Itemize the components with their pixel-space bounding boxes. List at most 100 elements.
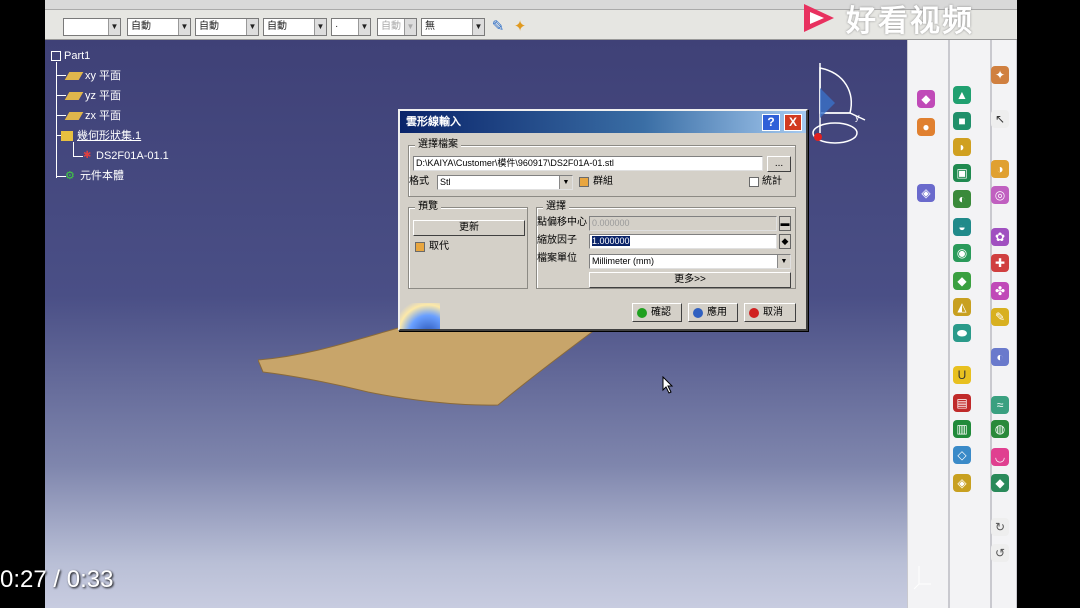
painter-icon[interactable]: ✦: [511, 18, 529, 36]
tool-icon[interactable]: ◆: [953, 272, 971, 290]
layer-combo[interactable]: 無 ▼: [421, 18, 485, 36]
scale-spinner[interactable]: ◆: [779, 234, 791, 249]
axis-indicator-icon: [913, 566, 931, 590]
tool-icon[interactable]: U: [953, 366, 971, 384]
tool-icon[interactable]: ≈: [991, 396, 1009, 414]
tool-icon[interactable]: ✤: [991, 282, 1009, 300]
line-type-combo[interactable]: ▼: [63, 18, 121, 36]
tool-icon[interactable]: ◐: [991, 348, 1009, 366]
tool-icon[interactable]: ✚: [991, 254, 1009, 272]
tool-icon[interactable]: ◑: [991, 160, 1009, 178]
format-label: 格式: [409, 176, 429, 187]
tool-icon[interactable]: ⬬: [953, 324, 971, 342]
video-timecode: 0:27 / 0:33: [0, 566, 114, 593]
tool-icon[interactable]: ◍: [991, 420, 1009, 438]
linetype-combo[interactable]: 自動 ▼: [263, 18, 327, 36]
ok-icon: [637, 308, 647, 318]
cloud-import-dialog: 雲形線輸入 ? X 選擇檔案 D:\KAIYA\Customer\模件\9609…: [398, 109, 808, 331]
file-path-field[interactable]: D:\KAIYA\Customer\模件\960917\DS2F01A-01.s…: [413, 156, 763, 171]
rotate-icon[interactable]: ↻: [991, 518, 1009, 536]
select-file-group-title: 選擇檔案: [415, 139, 461, 151]
group-checkbox[interactable]: [579, 177, 589, 187]
tree-yz-plane[interactable]: yz 平面: [64, 88, 121, 104]
tool-icon[interactable]: ◡: [991, 448, 1009, 466]
tool-icon[interactable]: ✦: [991, 66, 1009, 84]
color-combo[interactable]: 自動 ▼: [127, 18, 191, 36]
apply-button[interactable]: 應用: [688, 303, 738, 322]
tool-icon[interactable]: ✿: [991, 228, 1009, 246]
catia-window: ▼ 自動 ▼ 自動 ▼ 自動 ▼ · ▼ 自動 ▼ 無 ▼ ✎ ✦ Part1 xy 平面 …: [45, 0, 1017, 608]
tool-icon[interactable]: ◈: [917, 184, 935, 202]
play-logo-icon: [804, 4, 834, 32]
tool-icon[interactable]: ◆: [917, 90, 935, 108]
tool-icon[interactable]: ▥: [953, 420, 971, 438]
tool-icon[interactable]: ▣: [953, 164, 971, 182]
watermark-text: 好看视频: [846, 4, 974, 39]
body-icon: ⚙: [65, 170, 75, 183]
ok-button[interactable]: 確認: [632, 303, 682, 322]
group-label: 群組: [593, 176, 613, 187]
globe-graphic: [400, 303, 440, 329]
tool-icon[interactable]: ◆: [991, 474, 1009, 492]
cancel-button[interactable]: 取消: [744, 303, 796, 322]
replace-label: 取代: [429, 241, 449, 252]
scale-label: 縮放因子: [537, 235, 577, 246]
plane-icon: [64, 92, 84, 101]
point-combo[interactable]: · ▼: [331, 18, 371, 36]
svg-text:y: y: [855, 112, 860, 122]
tool-icon[interactable]: ◐: [953, 190, 971, 208]
update-button[interactable]: 更新: [413, 220, 525, 236]
browse-button[interactable]: ...: [767, 156, 791, 172]
tree-part-body[interactable]: ⚙ 元件本體: [65, 168, 124, 184]
tool-icon[interactable]: ◗: [953, 138, 971, 156]
options-group: 選擇 點偏移中心 0.000000 ▬ 縮放因子 1.000000 ◆ 檔案單位…: [536, 201, 796, 289]
tool-icon[interactable]: ■: [953, 112, 971, 130]
format-select[interactable]: Stl ▼: [437, 175, 573, 190]
scale-field[interactable]: 1.000000: [589, 234, 777, 249]
plane-icon: [64, 112, 84, 121]
select-file-group: 選擇檔案 D:\KAIYA\Customer\模件\960917\DS2F01A…: [408, 139, 796, 197]
tool-icon[interactable]: ◈: [953, 474, 971, 492]
offset-field[interactable]: 0.000000: [589, 216, 777, 231]
replace-checkbox[interactable]: [415, 242, 425, 252]
tool-icon[interactable]: ●: [917, 118, 935, 136]
render-combo[interactable]: 自動 ▼: [377, 18, 417, 36]
tool-icon[interactable]: ▤: [953, 394, 971, 412]
folder-icon: [61, 131, 73, 142]
video-right-bar: [1017, 0, 1080, 608]
mouse-cursor-icon: [662, 376, 674, 394]
tool-icon[interactable]: ◉: [953, 244, 971, 262]
tool-icon[interactable]: ◒: [953, 218, 971, 236]
tool-icon[interactable]: ◎: [991, 186, 1009, 204]
options-group-title: 選擇: [543, 201, 569, 213]
more-button[interactable]: 更多>>: [589, 272, 791, 288]
unit-label: 檔案單位: [537, 253, 577, 264]
cloud-icon: ✱: [83, 150, 92, 162]
statistics-label: 統計: [762, 176, 782, 187]
paint-brush-icon[interactable]: ✎: [489, 18, 507, 36]
preview-group-title: 預覽: [415, 201, 441, 213]
compass-icon[interactable]: y: [805, 58, 875, 158]
tree-zx-plane[interactable]: zx 平面: [64, 108, 121, 124]
video-left-bar: [0, 0, 45, 608]
tool-icon[interactable]: ✎: [991, 308, 1009, 326]
tool-icon[interactable]: ◭: [953, 298, 971, 316]
cancel-icon: [749, 308, 759, 318]
thickness-combo[interactable]: 自動 ▼: [195, 18, 259, 36]
unit-select[interactable]: Millimeter (mm) ▼: [589, 254, 791, 269]
close-button[interactable]: X: [784, 114, 802, 131]
statistics-checkbox[interactable]: [749, 177, 759, 187]
video-watermark: 好看视频: [800, 0, 974, 39]
tool-icon[interactable]: ◇: [953, 446, 971, 464]
plane-icon: [64, 72, 84, 81]
preview-group: 預覽 更新 取代: [408, 201, 528, 289]
rotate-icon[interactable]: ↺: [991, 544, 1009, 562]
dialog-title: 雲形線輸入: [400, 111, 806, 133]
tree-cloud-feature[interactable]: ✱ DS2F01A-01.1: [83, 148, 169, 164]
apply-icon: [693, 308, 703, 318]
select-arrow-icon[interactable]: ↖: [991, 110, 1009, 128]
help-button[interactable]: ?: [762, 114, 780, 131]
tool-icon[interactable]: ▲: [953, 86, 971, 104]
tree-xy-plane[interactable]: xy 平面: [64, 68, 121, 84]
offset-spinner[interactable]: ▬: [779, 216, 791, 231]
